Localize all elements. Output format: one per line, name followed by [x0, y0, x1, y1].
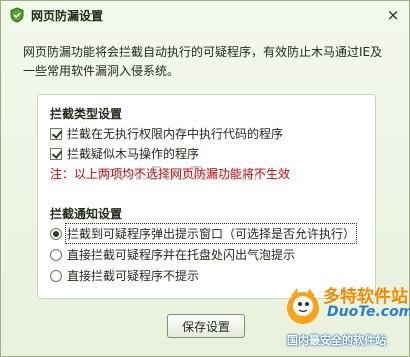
silent-label: 直接拦截可疑程序不提示: [67, 269, 200, 283]
popup-radio[interactable]: [50, 227, 62, 240]
save-settings-button[interactable]: 保存设置: [167, 314, 245, 338]
brand-domain: DuoTe.com: [327, 304, 410, 320]
memory-exec-checkbox[interactable]: [50, 127, 62, 140]
notify-option-silent[interactable]: 直接拦截可疑程序不提示: [50, 267, 199, 284]
title-bar: 网页防漏设置 ×: [1, 1, 409, 29]
settings-panel: 拦截类型设置 拦截在无执行权限内存中执行代码的程序 拦截疑似木马操作的程序 注：…: [37, 94, 376, 299]
silent-radio[interactable]: [50, 269, 62, 282]
brand-logo: 多特软件站 DuoTe.com 国内最安全的软件站: [279, 278, 410, 352]
intercept-option-memory[interactable]: 拦截在无执行权限内存中执行代码的程序: [50, 125, 283, 142]
balloon-label: 直接拦截可疑程序并在托盘处闪出气泡提示: [67, 248, 296, 262]
memory-exec-label: 拦截在无执行权限内存中执行代码的程序: [67, 127, 284, 141]
dialog-title: 网页防漏设置: [31, 9, 104, 23]
shield-icon: [9, 7, 25, 23]
brand-slogan: 国内最安全的软件站: [287, 334, 386, 347]
notify-title: 拦截通知设置: [50, 207, 123, 221]
settings-dialog: 网页防漏设置 × 网页防漏功能将会拦截自动执行的可疑程序，有效防止木马通过IE及…: [0, 0, 410, 357]
notify-option-popup[interactable]: 拦截到可疑程序弹出提示窗口（可选择是否允许执行）: [50, 223, 358, 244]
intercept-option-trojan[interactable]: 拦截疑似木马操作的程序: [50, 145, 199, 162]
mascot-icon: [287, 288, 319, 324]
popup-label: 拦截到可疑程序弹出提示窗口（可选择是否允许执行）: [64, 223, 358, 244]
trojan-behavior-label: 拦截疑似木马操作的程序: [67, 147, 200, 161]
notify-option-balloon[interactable]: 直接拦截可疑程序并在托盘处闪出气泡提示: [50, 246, 295, 263]
intercept-type-title: 拦截类型设置: [50, 107, 123, 121]
warning-note: 注：以上两项均不选择网页防漏功能将不生效: [50, 167, 291, 181]
close-icon: ×: [386, 6, 400, 24]
feature-description: 网页防漏功能将会拦截自动执行的可疑程序，有效防止木马通过IE及一些常用软件漏洞入…: [23, 45, 383, 78]
close-button[interactable]: ×: [385, 7, 401, 23]
trojan-behavior-checkbox[interactable]: [50, 147, 62, 160]
balloon-radio[interactable]: [50, 248, 62, 261]
